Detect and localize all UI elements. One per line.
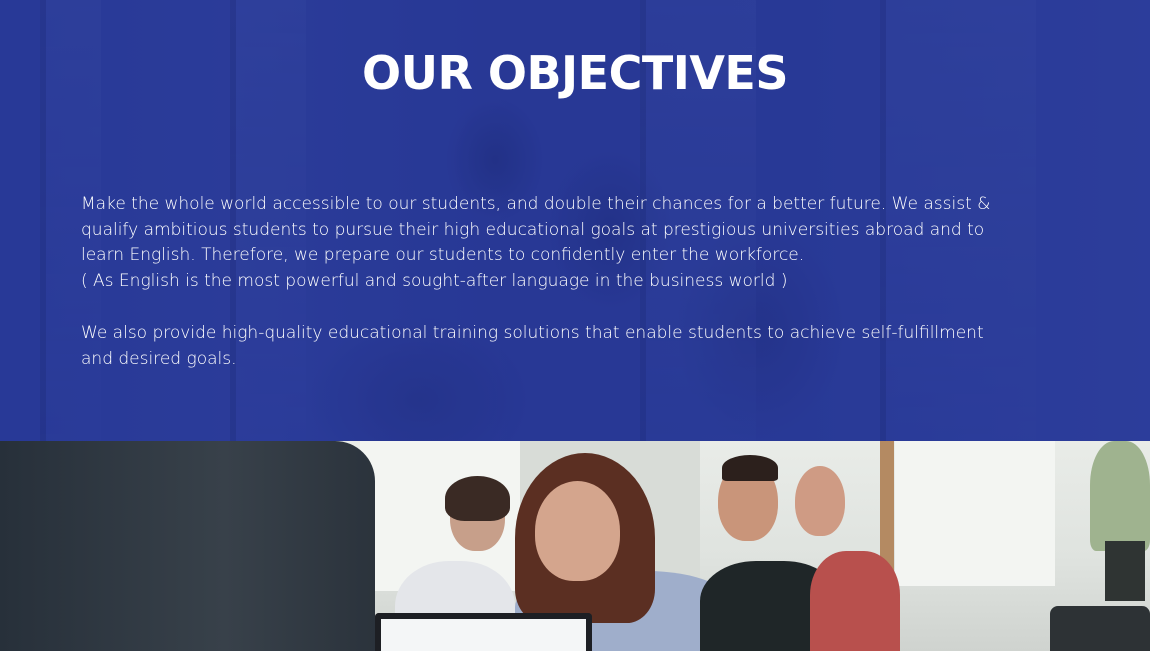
objectives-hero: OUR OBJECTIVES Make the whole world acce… xyxy=(0,0,1150,441)
photo-plant xyxy=(1090,441,1150,551)
section-title: OUR OBJECTIVES xyxy=(361,46,789,100)
paragraph-line: ( As English is the most powerful and so… xyxy=(81,271,788,292)
student-hair xyxy=(445,476,510,521)
paragraph-line: learn English. Therefore, we prepare our… xyxy=(81,245,805,266)
chair xyxy=(1050,606,1150,651)
paragraph-line: Make the whole world accessible to our s… xyxy=(81,194,991,214)
photo-plant-pot xyxy=(1105,541,1145,601)
photo-window xyxy=(895,441,1055,586)
paragraph-line: We also provide high-quality educational… xyxy=(81,322,984,343)
presenter-silhouette xyxy=(0,441,375,651)
paragraph-line: qualify ambitious students to pursue the… xyxy=(81,219,985,240)
student-body xyxy=(810,551,900,651)
student-hair xyxy=(722,455,778,481)
classroom-photo xyxy=(0,441,1150,651)
student-head xyxy=(535,481,620,581)
objectives-text: Make the whole world accessible to our s… xyxy=(81,192,1071,372)
student-head xyxy=(795,466,845,536)
laptop-screen xyxy=(375,613,592,651)
paragraph-line: and desired goals. xyxy=(81,348,237,369)
